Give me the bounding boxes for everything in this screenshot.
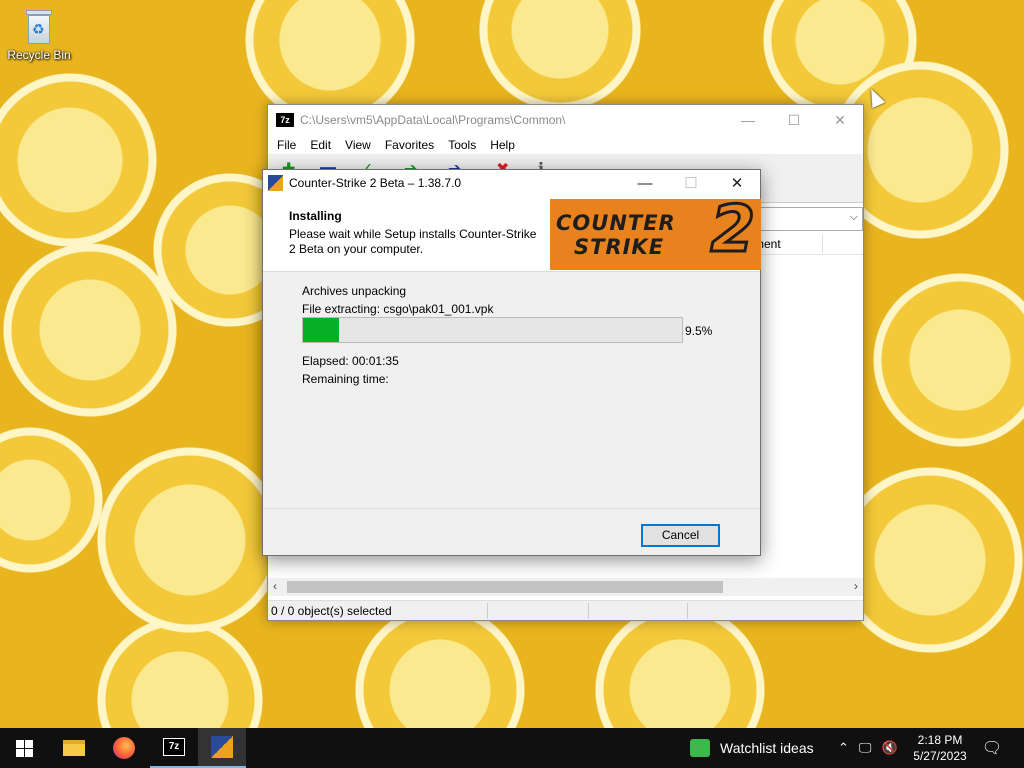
clock[interactable]: 2:18 PM 5/27/2023: [908, 732, 972, 764]
mouse-cursor-icon: [864, 85, 886, 109]
file-extracting-line: File extracting: csgo\pak01_001.vpk: [302, 302, 494, 316]
menu-bar: File Edit View Favorites Tools Help: [268, 135, 863, 155]
address-dropdown[interactable]: ⌵: [758, 207, 863, 231]
column-header[interactable]: ment: [754, 233, 863, 255]
status-line: Archives unpacking: [302, 284, 407, 298]
counter-strike-taskbar-icon: [211, 736, 233, 758]
close-button[interactable]: ✕: [714, 170, 760, 196]
clock-time: 2:18 PM: [917, 733, 963, 747]
recycle-bin-label: Recycle Bin: [7, 48, 71, 62]
minimize-button[interactable]: —: [725, 105, 771, 135]
header-subtitle: Please wait while Setup installs Counter…: [289, 227, 537, 256]
status-bar: 0 / 0 object(s) selected: [268, 600, 863, 620]
setup-footer: Cancel: [263, 508, 760, 555]
taskbar-counter-strike-setup[interactable]: [198, 728, 246, 768]
menu-view[interactable]: View: [338, 138, 378, 152]
windows-logo-icon: [15, 739, 33, 757]
cancel-button[interactable]: Cancel: [641, 524, 720, 547]
recycle-bin-icon: ♻: [22, 6, 56, 46]
setup-header: Installing Please wait while Setup insta…: [263, 196, 761, 272]
start-button[interactable]: [0, 728, 48, 768]
logo-line-2: STRIKE: [574, 235, 665, 259]
notifications-icon[interactable]: 🗨: [980, 728, 1004, 768]
menu-help[interactable]: Help: [483, 138, 522, 152]
seven-zip-title-bar[interactable]: 7z C:\Users\vm5\AppData\Local\Programs\C…: [268, 105, 863, 135]
setup-title: Counter-Strike 2 Beta – 1.38.7.0: [289, 176, 462, 190]
taskbar-file-explorer[interactable]: [50, 728, 98, 768]
progress-bar: [302, 317, 683, 343]
progress-percent: 9.5%: [685, 324, 713, 338]
setup-title-bar[interactable]: Counter-Strike 2 Beta – 1.38.7.0 — ☐ ✕: [263, 170, 760, 196]
taskbar-firefox[interactable]: [100, 728, 148, 768]
menu-favorites[interactable]: Favorites: [378, 138, 441, 152]
menu-edit[interactable]: Edit: [303, 138, 338, 152]
menu-tools[interactable]: Tools: [441, 138, 483, 152]
seven-zip-title: C:\Users\vm5\AppData\Local\Programs\Comm…: [300, 113, 566, 127]
scrollbar-thumb[interactable]: [287, 581, 723, 593]
scroll-left-icon[interactable]: ‹: [273, 579, 277, 593]
chevron-up-icon[interactable]: ⌃: [838, 740, 849, 756]
network-icon[interactable]: 🖵: [859, 740, 872, 756]
scroll-right-icon[interactable]: ›: [854, 579, 858, 593]
news-label: Watchlist ideas: [720, 740, 814, 756]
menu-file[interactable]: File: [270, 138, 303, 152]
logo-line-1: COUNTER: [556, 211, 676, 235]
news-widget[interactable]: Watchlist ideas: [690, 728, 814, 768]
header-title: Installing: [289, 209, 342, 223]
seven-zip-taskbar-icon: 7z: [163, 738, 185, 756]
counter-strike-icon: [268, 175, 283, 191]
close-button[interactable]: ✕: [817, 105, 863, 135]
taskbar-7zip[interactable]: 7z: [150, 728, 198, 768]
maximize-button: ☐: [684, 175, 698, 192]
maximize-button[interactable]: ☐: [771, 105, 817, 135]
taskbar: 7z Watchlist ideas ⌃ 🖵 🔇 2:18 PM 5/27/20…: [0, 728, 1024, 768]
firefox-icon: [113, 737, 135, 759]
chevron-down-icon: ⌵: [849, 211, 858, 223]
clock-date: 5/27/2023: [913, 749, 967, 763]
recycle-bin-desktop-icon[interactable]: ♻ Recycle Bin: [6, 6, 72, 62]
seven-zip-logo-icon: 7z: [276, 113, 294, 127]
horizontal-scrollbar[interactable]: ‹ ›: [268, 578, 863, 596]
system-tray: ⌃ 🖵 🔇: [838, 728, 898, 768]
minimize-button[interactable]: —: [622, 170, 668, 196]
folder-icon: [63, 740, 85, 756]
counter-strike-2-logo: 2 COUNTER STRIKE: [550, 199, 761, 270]
setup-dialog: Counter-Strike 2 Beta – 1.38.7.0 — ☐ ✕ I…: [262, 169, 761, 556]
status-text: 0 / 0 object(s) selected: [271, 604, 392, 618]
watchlist-icon: [690, 739, 710, 757]
elapsed-time: Elapsed: 00:01:35: [302, 354, 399, 368]
remaining-time: Remaining time:: [302, 372, 389, 386]
volume-muted-icon[interactable]: 🔇: [881, 740, 897, 756]
logo-number: 2: [709, 199, 757, 269]
progress-fill: [303, 318, 339, 342]
